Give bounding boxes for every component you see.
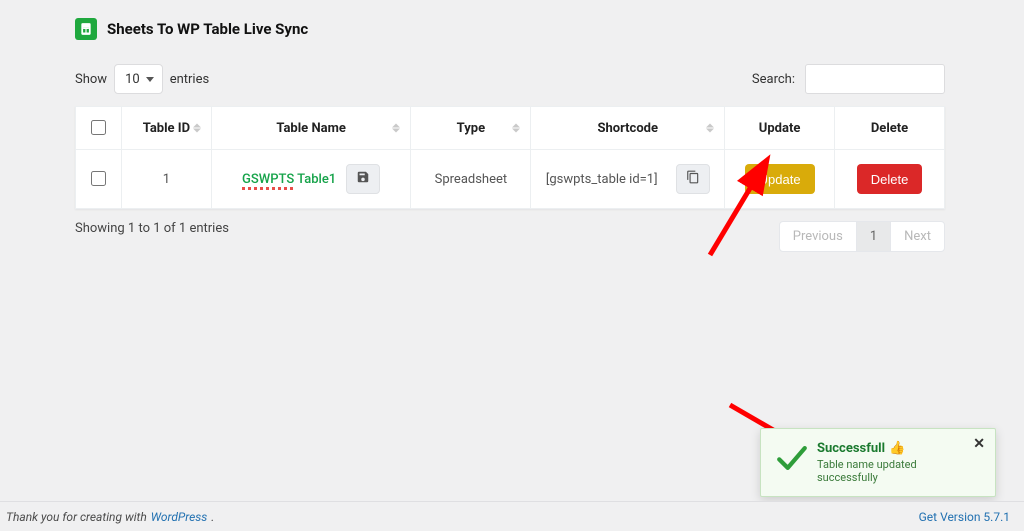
toast-title: Successfull (817, 441, 885, 456)
row-select-checkbox[interactable] (91, 171, 106, 186)
page-header: Sheets To WP Table Live Sync (75, 18, 945, 40)
cell-shortcode: [gswpts_table id=1] (546, 172, 658, 187)
pager-previous[interactable]: Previous (780, 222, 857, 251)
table-name-link[interactable]: GSWPTS Table1 (242, 172, 336, 187)
checkmark-icon (775, 441, 809, 479)
show-label: Show (75, 72, 107, 87)
copy-icon (686, 170, 700, 188)
save-icon (356, 170, 370, 188)
cell-id: 1 (121, 150, 211, 209)
page-size-value: 10 (125, 72, 140, 87)
column-header-update: Update (725, 107, 835, 150)
update-button[interactable]: Update (745, 164, 815, 194)
page-size-select[interactable]: 10 (114, 64, 163, 94)
thumbs-up-icon: 👍 (889, 441, 905, 456)
wordpress-link[interactable]: WordPress (151, 510, 208, 524)
toast-message: Table name updated successfully (817, 458, 965, 484)
toast-close-button[interactable]: ✕ (973, 436, 985, 452)
pagination: Previous 1 Next (779, 221, 945, 252)
column-header-shortcode[interactable]: Shortcode (531, 107, 725, 150)
tables-list: Table ID Table Name Type Shortcode (75, 106, 945, 209)
column-header-delete: Delete (835, 107, 945, 150)
select-all-checkbox[interactable] (91, 120, 106, 135)
sort-icon (392, 124, 400, 133)
entries-length-control: Show 10 entries (75, 64, 209, 94)
sort-icon (706, 124, 714, 133)
pager-page-current[interactable]: 1 (857, 222, 891, 251)
column-header-type[interactable]: Type (411, 107, 531, 150)
sort-icon (193, 124, 201, 133)
get-version-link[interactable]: Get Version 5.7.1 (919, 510, 1010, 524)
save-name-button[interactable] (346, 164, 380, 194)
copy-shortcode-button[interactable] (676, 164, 710, 194)
column-header-name[interactable]: Table Name (211, 107, 411, 150)
caret-down-icon (146, 77, 154, 82)
search-input[interactable] (805, 64, 945, 94)
page-title: Sheets To WP Table Live Sync (107, 20, 308, 38)
delete-button[interactable]: Delete (857, 164, 923, 194)
app-logo-icon (75, 18, 97, 40)
showing-entries-text: Showing 1 to 1 of 1 entries (75, 221, 229, 236)
column-header-id[interactable]: Table ID (121, 107, 211, 150)
search-label: Search: (752, 72, 795, 87)
success-toast: ✕ Successfull 👍 Table name updated succe… (760, 428, 996, 497)
table-row: 1 GSWPTS Table1 Spreadsheet (76, 150, 945, 209)
sort-icon (512, 124, 520, 133)
pager-next[interactable]: Next (891, 222, 944, 251)
admin-footer: Thank you for creating with WordPress. G… (0, 501, 1024, 531)
footer-thank-text: Thank you for creating with (6, 510, 147, 524)
column-header-select (76, 107, 122, 150)
cell-type: Spreadsheet (411, 150, 531, 209)
entries-label: entries (170, 72, 210, 87)
